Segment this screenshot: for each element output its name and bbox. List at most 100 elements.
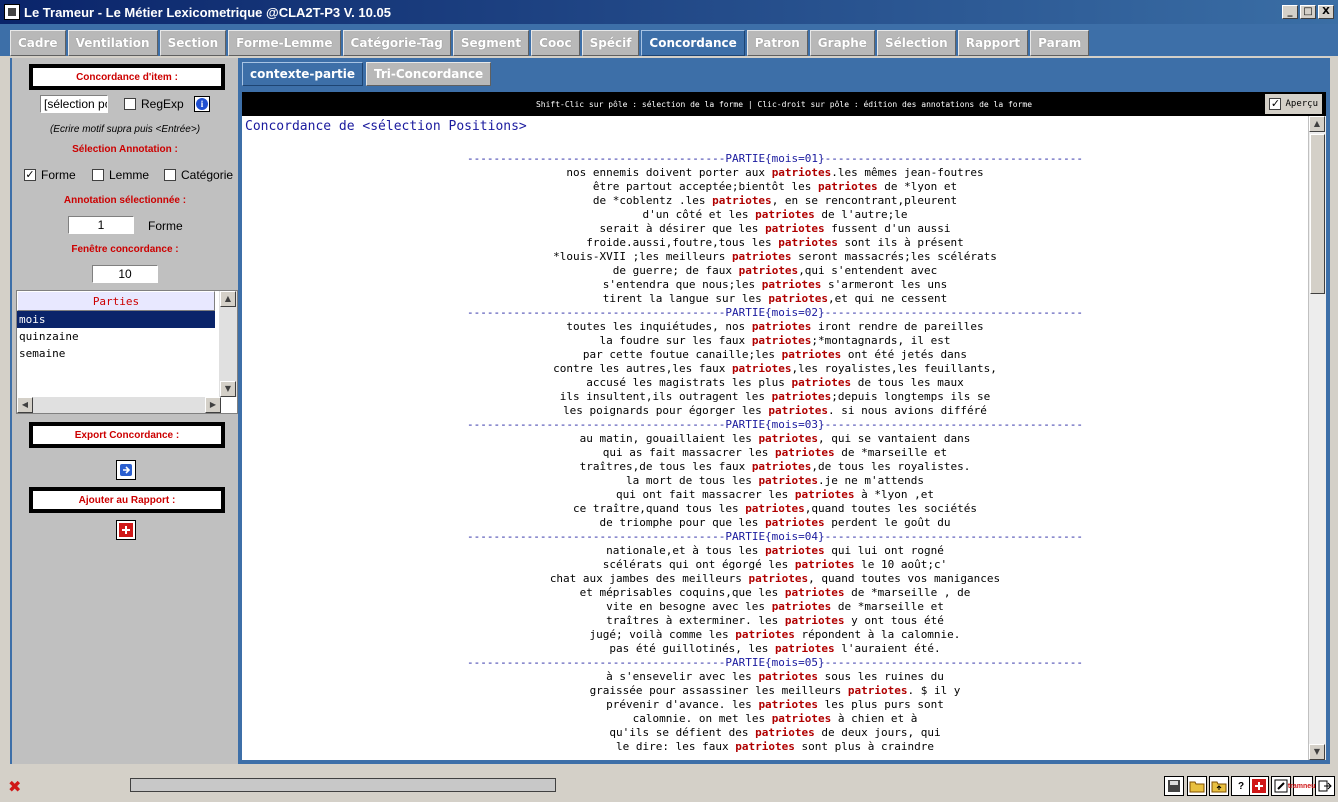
pole[interactable]: patriotes <box>752 460 812 473</box>
list-item[interactable]: semaine <box>17 345 215 362</box>
lemme-checkbox[interactable]: Lemme <box>92 168 149 182</box>
pole[interactable]: patriotes <box>752 320 812 333</box>
categorie-check-box[interactable] <box>164 169 176 181</box>
folder-up-icon[interactable] <box>1209 776 1229 796</box>
pole[interactable]: patriotes <box>732 250 792 263</box>
pole[interactable]: patriotes <box>778 236 838 249</box>
concordance-line: serait à désirer que les patriotes fusse… <box>242 222 1308 236</box>
help-icon[interactable]: ? <box>1231 776 1251 796</box>
minimize-button[interactable]: _ <box>1282 5 1298 19</box>
tab-forme-lemme[interactable]: Forme-Lemme <box>228 30 341 56</box>
add-report-icon[interactable] <box>116 520 136 540</box>
pole[interactable]: patriotes <box>735 740 795 753</box>
pole[interactable]: patriotes <box>758 698 818 711</box>
error-icon[interactable]: ✖ <box>8 777 21 796</box>
pole[interactable]: patriotes <box>792 376 852 389</box>
pole[interactable]: patriotes <box>772 600 832 613</box>
pole[interactable]: patriotes <box>745 502 805 515</box>
tab-ventilation[interactable]: Ventilation <box>67 30 158 56</box>
pole[interactable]: patriotes <box>795 558 855 571</box>
save-icon[interactable] <box>1164 776 1184 796</box>
list-item[interactable]: quinzaine <box>17 328 215 345</box>
scroll-left-icon[interactable]: ◀ <box>17 397 33 413</box>
regexp-checkbox[interactable]: RegExp <box>124 97 184 111</box>
scroll-thumb[interactable] <box>1310 134 1325 294</box>
window-size-input[interactable]: 10 <box>92 265 158 283</box>
pole[interactable]: patriotes <box>758 474 818 487</box>
motif-input[interactable]: [sélection po <box>40 95 108 113</box>
pole[interactable]: patriotes <box>735 628 795 641</box>
exit-icon[interactable] <box>1315 776 1335 796</box>
concordance-lines: ---------------------------------------P… <box>242 152 1308 754</box>
apercu-check-box[interactable]: ✓ <box>1269 98 1282 110</box>
scroll-right-icon[interactable]: ▶ <box>205 397 221 413</box>
categorie-checkbox[interactable]: Catégorie <box>164 168 233 182</box>
parts-list[interactable]: Parties mois quinzaine semaine ▲ ▼ ◀ ▶ <box>16 290 238 414</box>
pole[interactable]: patriotes <box>795 488 855 501</box>
pole[interactable]: patriotes <box>758 432 818 445</box>
left-context: et méprisables coquins,que les <box>579 586 785 599</box>
info-icon[interactable]: i <box>194 96 210 112</box>
pole[interactable]: patriotes <box>732 362 792 375</box>
pole[interactable]: patriotes <box>775 446 835 459</box>
tab-cooc[interactable]: Cooc <box>531 30 580 56</box>
pole[interactable]: patriotes <box>782 348 842 361</box>
pole[interactable]: patriotes <box>755 726 815 739</box>
export-concordance-icon[interactable] <box>116 460 136 480</box>
pole[interactable]: patriotes <box>772 390 832 403</box>
tab-section[interactable]: Section <box>159 30 227 56</box>
tab-graphe[interactable]: Graphe <box>809 30 875 56</box>
pole[interactable]: patriotes <box>772 166 832 179</box>
pole[interactable]: patriotes <box>765 544 825 557</box>
forme-check-box[interactable]: ✓ <box>24 169 36 181</box>
forme-checkbox[interactable]: ✓ Forme <box>24 168 76 182</box>
maximize-button[interactable]: □ <box>1300 5 1316 19</box>
pole[interactable]: patriotes <box>755 208 815 221</box>
lemme-check-box[interactable] <box>92 169 104 181</box>
pole[interactable]: patriotes <box>758 670 818 683</box>
tab-sp-cif[interactable]: Spécif <box>581 30 640 56</box>
tab-s-lection[interactable]: Sélection <box>876 30 956 56</box>
pole[interactable]: patriotes <box>848 684 908 697</box>
right-context: ,de tous les royalistes. <box>811 460 971 473</box>
scroll-down-icon[interactable]: ▼ <box>1309 744 1325 760</box>
concordance-scrollbar[interactable]: ▲ ▼ <box>1308 116 1326 760</box>
pole[interactable]: patriotes <box>818 180 878 193</box>
tab-patron[interactable]: Patron <box>746 30 808 56</box>
pole[interactable]: patriotes <box>739 264 799 277</box>
pole[interactable]: patriotes <box>765 516 825 529</box>
pole[interactable]: patriotes <box>775 642 835 655</box>
pole[interactable]: patriotes <box>752 334 812 347</box>
close-button[interactable]: X <box>1318 5 1334 19</box>
regexp-check-box[interactable] <box>124 98 136 110</box>
parts-horizontal-scrollbar[interactable]: ◀ ▶ <box>17 397 221 413</box>
trameur-logo[interactable]: tramneur <box>1288 776 1318 796</box>
selected-annotation-input[interactable]: 1 <box>68 216 134 234</box>
pole[interactable]: patriotes <box>768 404 828 417</box>
subtab-tri-concordance[interactable]: Tri-Concordance <box>365 62 492 86</box>
pole[interactable]: patriotes <box>749 572 809 585</box>
tab-rapport[interactable]: Rapport <box>957 30 1029 56</box>
scroll-down-icon[interactable]: ▼ <box>220 381 236 397</box>
add-icon[interactable] <box>1249 776 1269 796</box>
pole[interactable]: patriotes <box>762 278 822 291</box>
apercu-checkbox[interactable]: ✓ Aperçu <box>1265 94 1322 114</box>
scroll-up-icon[interactable]: ▲ <box>220 291 236 307</box>
pole[interactable]: patriotes <box>768 292 828 305</box>
pole[interactable]: patriotes <box>765 222 825 235</box>
tab-segment[interactable]: Segment <box>452 30 530 56</box>
subtab-contexte-partie[interactable]: contexte-partie <box>242 62 363 86</box>
pole[interactable]: patriotes <box>785 614 845 627</box>
tab-cat-gorie-tag[interactable]: Catégorie-Tag <box>342 30 451 56</box>
pole[interactable]: patriotes <box>785 586 845 599</box>
tab-cadre[interactable]: Cadre <box>10 30 66 56</box>
pole[interactable]: patriotes <box>712 194 772 207</box>
scroll-up-icon[interactable]: ▲ <box>1309 116 1325 132</box>
pole[interactable]: patriotes <box>772 712 832 725</box>
folder-open-icon[interactable] <box>1187 776 1207 796</box>
tab-param[interactable]: Param <box>1030 30 1090 56</box>
tab-concordance[interactable]: Concordance <box>641 30 745 56</box>
concordance-pane[interactable]: Concordance de <sélection Positions> ---… <box>242 116 1326 760</box>
list-item[interactable]: mois <box>17 311 215 328</box>
parts-vertical-scrollbar[interactable]: ▲ ▼ <box>219 291 237 397</box>
